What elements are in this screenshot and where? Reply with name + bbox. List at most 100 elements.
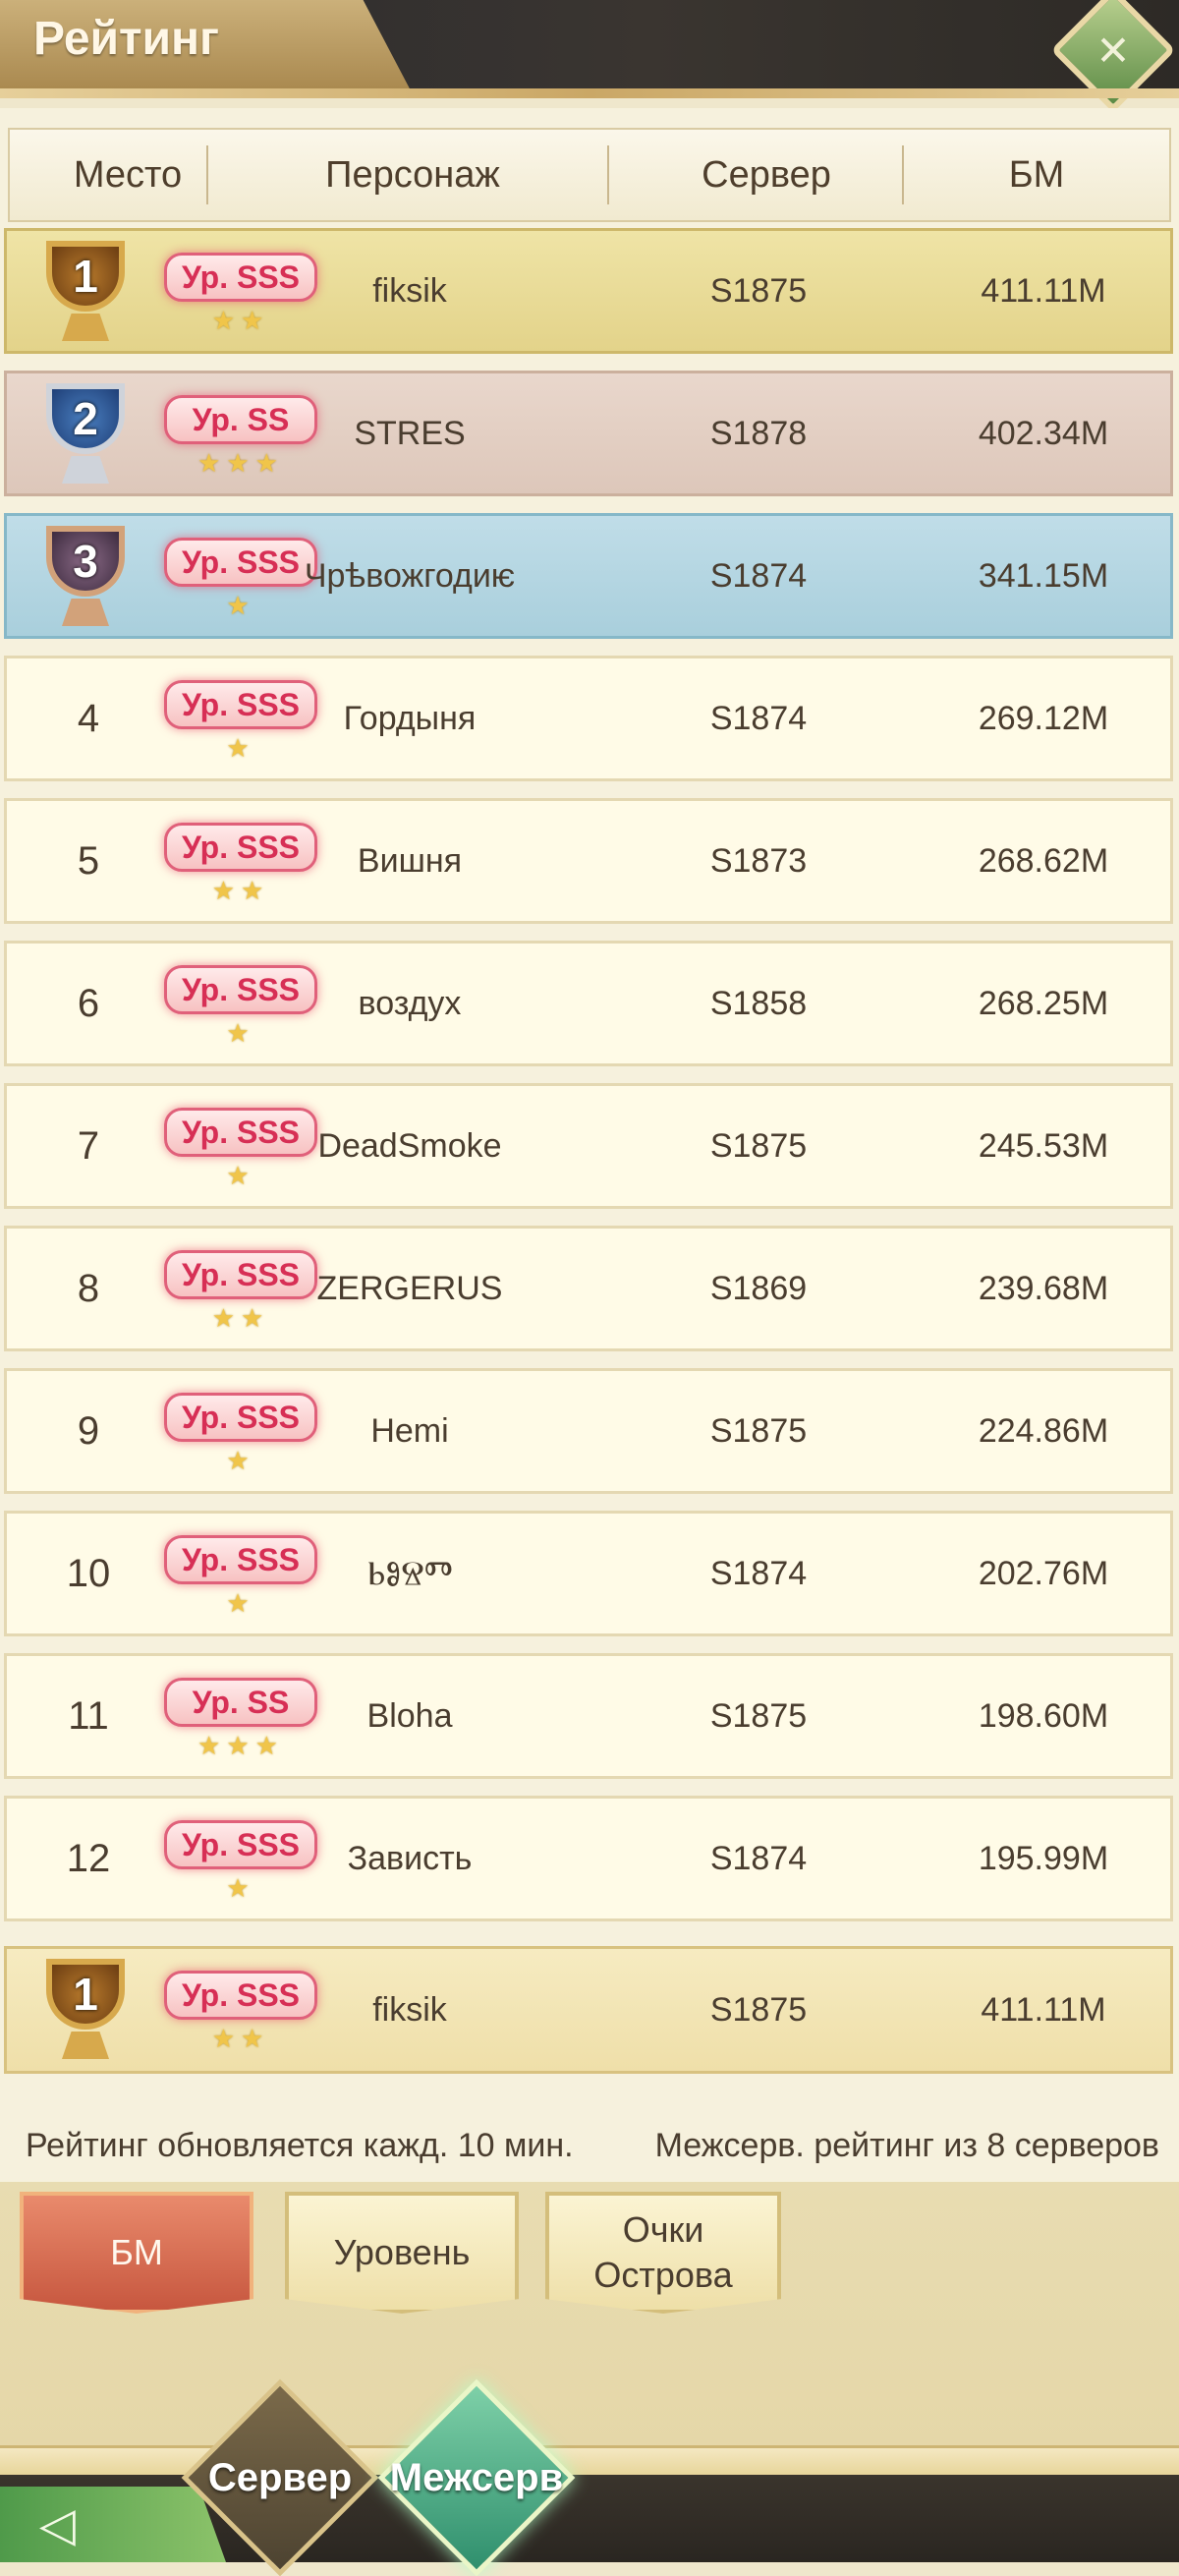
cross-server-note: Межсерв. рейтинг из 8 серверов [654, 2127, 1159, 2164]
ranking-panel: Место Персонаж Сервер БМ 1 Ур. SSS ★★ fik… [0, 108, 1179, 2182]
ranking-row[interactable]: 3 Ур. SSS ★ Чрѣвожгодиѥ S1874 341.15M [4, 513, 1173, 639]
bm-value: 402.34M [978, 414, 1109, 452]
player-name: Hemi [370, 1411, 449, 1450]
back-arrow-icon: ◁ [39, 2498, 76, 2551]
place-number: 9 [77, 1408, 100, 1453]
server-id: S1875 [709, 1126, 808, 1165]
place-number: 12 [66, 1836, 111, 1880]
ranking-row[interactable]: 6 Ур. SSS ★ воздух S1858 268.25M [4, 941, 1173, 1066]
gold-trophy-icon: 1 [34, 241, 137, 347]
server-id: S1875 [709, 1990, 808, 2029]
tab-bm[interactable]: БМ [20, 2192, 253, 2314]
bm-value: 269.12M [978, 699, 1109, 737]
level-badge: Ур. SSS ★ [164, 1393, 321, 1477]
gold-trophy-icon: 1 [34, 1959, 137, 2065]
level-badge: Ур. SSS ★★ [164, 823, 321, 907]
ranking-row[interactable]: 8 Ур. SSS ★★ ZERGERUS S1869 239.68M [4, 1226, 1173, 1351]
ranking-row[interactable]: 10 Ур. SSS ★ ⰓⰑⰔⰕ S1874 202.76M [4, 1511, 1173, 1636]
column-divider [902, 145, 904, 204]
player-name: fiksik [372, 1990, 447, 2029]
level-badge: Ур. SSS ★ [164, 538, 321, 622]
player-name: Вишня [357, 841, 463, 880]
star-icon: ★★ [211, 306, 270, 335]
bm-value: 268.25M [978, 984, 1109, 1022]
star-icon: ★★ [211, 1303, 270, 1333]
ranking-row[interactable]: 12 Ур. SSS ★ Зависть S1874 195.99M [4, 1796, 1173, 1921]
star-icon: ★ [226, 1446, 255, 1475]
place-number: 5 [77, 838, 100, 883]
server-id: S1874 [709, 556, 808, 595]
server-id: S1869 [709, 1269, 808, 1307]
bm-value: 268.62M [978, 841, 1109, 880]
level-badge: Ур. SS ★★★ [164, 395, 321, 480]
bm-value: 224.86M [978, 1411, 1109, 1450]
page-title: Рейтинг [33, 13, 220, 65]
star-icon: ★★★ [197, 1731, 284, 1760]
column-divider [607, 145, 609, 204]
bm-value: 239.68M [978, 1269, 1109, 1307]
column-divider [206, 145, 208, 204]
player-name: ⰓⰑⰔⰕ [366, 1554, 453, 1592]
column-character: Персонаж [325, 153, 500, 196]
column-header: Место Персонаж Сервер БМ [8, 128, 1171, 222]
server-id: S1873 [709, 841, 808, 880]
ranking-row[interactable]: 9 Ур. SSS ★ Hemi S1875 224.86M [4, 1368, 1173, 1494]
bm-value: 341.15M [978, 556, 1109, 595]
player-name: fiksik [372, 271, 447, 310]
server-id: S1878 [709, 414, 808, 452]
ranking-row[interactable]: 7 Ур. SSS ★ DeadSmoke S1875 245.53M [4, 1083, 1173, 1209]
star-icon: ★ [226, 1588, 255, 1618]
bm-value: 411.11M [981, 1990, 1106, 2029]
level-badge: Ур. SSS ★★ [164, 1971, 321, 2055]
close-button[interactable]: ✕ [1050, 0, 1176, 113]
header: Рейтинг ✕ [0, 0, 1179, 113]
star-icon: ★ [226, 1161, 255, 1190]
player-name: Bloha [366, 1696, 453, 1735]
player-name: ZERGERUS [316, 1269, 503, 1307]
level-badge: Ур. SSS ★★ [164, 253, 321, 337]
place-number: 6 [77, 981, 100, 1025]
bm-value: 195.99M [978, 1839, 1109, 1877]
server-id: S1875 [709, 1411, 808, 1450]
player-name: DeadSmoke [317, 1126, 502, 1165]
place-number: 10 [66, 1551, 111, 1595]
ranking-row[interactable]: 2 Ур. SS ★★★ STRES S1878 402.34M [4, 371, 1173, 496]
level-badge: Ур. SS ★★★ [164, 1678, 321, 1762]
star-icon: ★ [226, 1873, 255, 1903]
player-name: STRES [354, 414, 466, 452]
column-place: Место [73, 153, 183, 196]
place-number: 4 [77, 696, 100, 740]
player-name: Зависть [347, 1839, 473, 1877]
footer-notes: Рейтинг обновляется кажд. 10 мин. Межсер… [0, 2117, 1179, 2176]
tab-cross-server[interactable]: Межсерв [377, 2378, 576, 2576]
server-id: S1875 [709, 271, 808, 310]
update-note: Рейтинг обновляется кажд. 10 мин. [26, 2127, 574, 2164]
star-icon: ★★ [211, 2024, 270, 2053]
level-badge: Ур. SSS ★ [164, 1820, 321, 1905]
star-icon: ★ [226, 591, 255, 620]
star-icon: ★ [226, 1018, 255, 1048]
star-icon: ★★ [211, 876, 270, 905]
server-id: S1875 [709, 1696, 808, 1735]
place-number: 11 [68, 1693, 109, 1738]
place-number: 8 [77, 1266, 100, 1310]
player-name: Гордыня [343, 699, 477, 737]
server-id: S1874 [709, 1554, 808, 1592]
star-icon: ★ [226, 733, 255, 763]
tab-level[interactable]: Уровень [285, 2192, 519, 2314]
bm-value: 411.11M [981, 271, 1106, 310]
ranking-row[interactable]: 5 Ур. SSS ★★ Вишня S1873 268.62M [4, 798, 1173, 924]
player-name: Чрѣвожгодиѥ [304, 556, 516, 595]
ranking-row[interactable]: 1 Ур. SSS ★★ fiksik S1875 411.11M [4, 228, 1173, 354]
ranking-row[interactable]: 11 Ур. SS ★★★ Bloha S1875 198.60M [4, 1653, 1173, 1779]
bottom-bar: БМ Уровень Очки Острова ◁ Сервер Межсерв [0, 2182, 1179, 2576]
level-badge: Ур. SSS ★ [164, 680, 321, 765]
tab-island-points[interactable]: Очки Острова [545, 2192, 781, 2314]
tab-server[interactable]: Сервер [181, 2378, 379, 2576]
ranking-row[interactable]: 4 Ур. SSS ★ Гордыня S1874 269.12M [4, 656, 1173, 781]
server-id: S1874 [709, 699, 808, 737]
column-bm: БМ [1008, 153, 1065, 196]
bm-value: 245.53M [978, 1126, 1109, 1165]
place-number: 7 [77, 1123, 100, 1168]
bm-value: 198.60M [978, 1696, 1109, 1735]
